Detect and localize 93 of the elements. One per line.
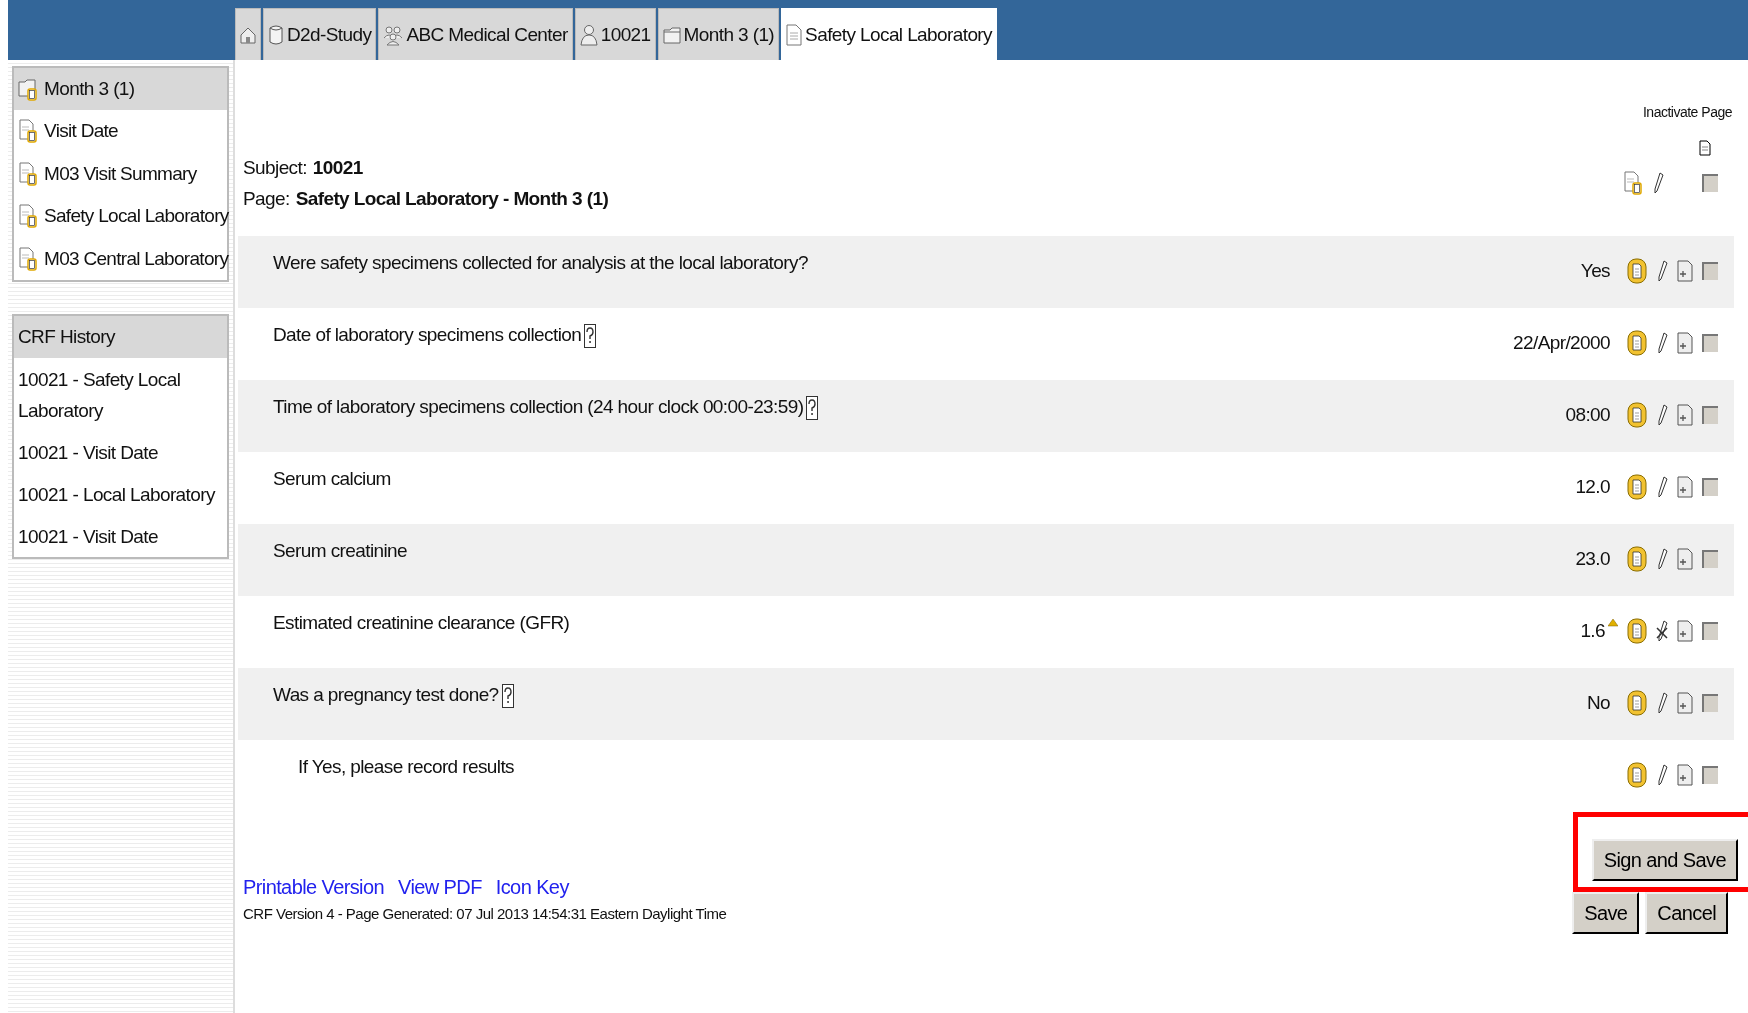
document-icon: [18, 246, 38, 271]
history-item[interactable]: 10021 - Visit Date: [14, 515, 227, 557]
people-icon: [383, 23, 404, 46]
document-icon: [786, 23, 803, 46]
note-icon[interactable]: [1627, 690, 1647, 716]
add-page-icon[interactable]: [1677, 548, 1693, 570]
note-icon[interactable]: [1627, 546, 1647, 572]
subject-id: 10021: [312, 157, 363, 178]
history-item[interactable]: 10021 - Local Laboratory: [14, 473, 227, 515]
nav-item[interactable]: Visit Date: [14, 110, 227, 153]
pencil-icon[interactable]: [1652, 172, 1664, 194]
checkbox[interactable]: [1702, 622, 1718, 640]
add-page-icon[interactable]: [1677, 692, 1693, 714]
document-icon: [18, 204, 38, 229]
nav-item[interactable]: M03 Visit Summary: [14, 152, 227, 195]
history-header: CRF History: [14, 316, 227, 358]
add-page-icon[interactable]: [1677, 764, 1693, 786]
note-icon[interactable]: [1627, 258, 1647, 284]
tab[interactable]: [235, 8, 261, 60]
nav-item[interactable]: Safety Local Laboratory: [14, 195, 227, 238]
add-page-icon[interactable]: [1677, 620, 1693, 642]
answer-value: 23.0: [1575, 548, 1610, 570]
question-text: Time of laboratory specimens collection (24 hour clock 00:00-23:59): [273, 396, 804, 418]
add-page-icon[interactable]: [1677, 332, 1693, 354]
pencil-icon[interactable]: [1656, 476, 1668, 498]
cancel-button[interactable]: Cancel: [1645, 892, 1728, 934]
checkbox[interactable]: [1702, 766, 1718, 784]
page-label: Page:: [243, 188, 290, 209]
checkbox[interactable]: [1702, 478, 1718, 496]
checkbox[interactable]: [1702, 174, 1718, 192]
question-text: Was a pregnancy test done?: [273, 684, 499, 706]
save-button[interactable]: Save: [1572, 892, 1640, 934]
checkbox[interactable]: [1702, 694, 1718, 712]
document-icon: [18, 161, 38, 186]
question-text: Estimated creatinine clearance (GFR): [273, 612, 570, 634]
sign-and-save-button[interactable]: Sign and Save: [1591, 839, 1738, 881]
folder-icon: [662, 24, 681, 45]
tab[interactable]: Safety Local Laboratory: [781, 8, 997, 60]
link[interactable]: View PDF: [398, 876, 482, 899]
answer-value: 1.6: [1580, 620, 1605, 642]
subject-label: Subject:: [243, 157, 307, 178]
cylinder-icon: [268, 23, 284, 46]
pencil-icon[interactable]: [1656, 692, 1668, 714]
question-text: Date of laboratory specimens collection: [273, 324, 582, 346]
document-icon: [1699, 140, 1711, 156]
home-icon: [240, 25, 256, 44]
answer-value: 12.0: [1575, 476, 1610, 498]
add-page-icon[interactable]: [1677, 404, 1693, 426]
inactivate-label: Inactivate Page: [1643, 104, 1732, 120]
link[interactable]: Printable Version: [243, 876, 384, 899]
tab[interactable]: D2d-Study: [263, 8, 377, 60]
note-icon[interactable]: [1627, 762, 1647, 788]
footer-text: CRF Version 4 - Page Generated: 07 Jul 2013 14:54:31 Eastern Daylight Time: [243, 905, 727, 922]
note-icon[interactable]: [1627, 618, 1647, 644]
document-icon: [1623, 171, 1643, 195]
tab[interactable]: 10021: [574, 8, 656, 60]
note-icon[interactable]: [1627, 474, 1647, 500]
pencil-icon[interactable]: [1656, 260, 1668, 282]
tab[interactable]: ABC Medical Center: [378, 8, 573, 60]
checkbox[interactable]: [1702, 550, 1718, 568]
add-page-icon[interactable]: [1677, 476, 1693, 498]
visit-header[interactable]: Month 3 (1): [14, 68, 227, 110]
person-icon: [579, 23, 598, 46]
nav-item[interactable]: M03 Central Laboratory: [14, 237, 227, 280]
note-icon[interactable]: [1627, 402, 1647, 428]
answer-value: Yes: [1580, 260, 1610, 282]
history-item[interactable]: 10021 - Safety Local Laboratory: [14, 358, 227, 431]
answer-value: 22/Apr/2000: [1513, 332, 1610, 354]
tab[interactable]: Month 3 (1): [657, 8, 780, 60]
checkbox[interactable]: [1702, 406, 1718, 424]
document-icon: [18, 119, 38, 144]
pencil-crossed-icon[interactable]: [1656, 620, 1668, 642]
pencil-icon[interactable]: [1656, 332, 1668, 354]
checkbox[interactable]: [1702, 334, 1718, 352]
help-icon[interactable]: [501, 684, 514, 708]
note-icon[interactable]: [1627, 330, 1647, 356]
question-text: Were safety specimens collected for analysis at the local laboratory?: [273, 252, 808, 274]
answer-value: 08:00: [1565, 404, 1610, 426]
add-page-icon[interactable]: [1677, 260, 1693, 282]
answer-value: No: [1586, 692, 1610, 714]
question-text: Serum calcium: [273, 468, 391, 490]
link[interactable]: Icon Key: [495, 876, 569, 899]
help-icon[interactable]: [584, 324, 597, 348]
question-text: Serum creatinine: [273, 540, 408, 562]
pencil-icon[interactable]: [1656, 404, 1668, 426]
pencil-icon[interactable]: [1656, 764, 1668, 786]
checkbox[interactable]: [1702, 262, 1718, 280]
history-item[interactable]: 10021 - Visit Date: [14, 431, 227, 473]
help-icon[interactable]: [806, 396, 819, 420]
pencil-icon[interactable]: [1656, 548, 1668, 570]
folder-icon: [18, 77, 38, 101]
page-title: Safety Local Laboratory - Month 3 (1): [295, 188, 609, 209]
question-text: If Yes, please record results: [298, 756, 514, 778]
